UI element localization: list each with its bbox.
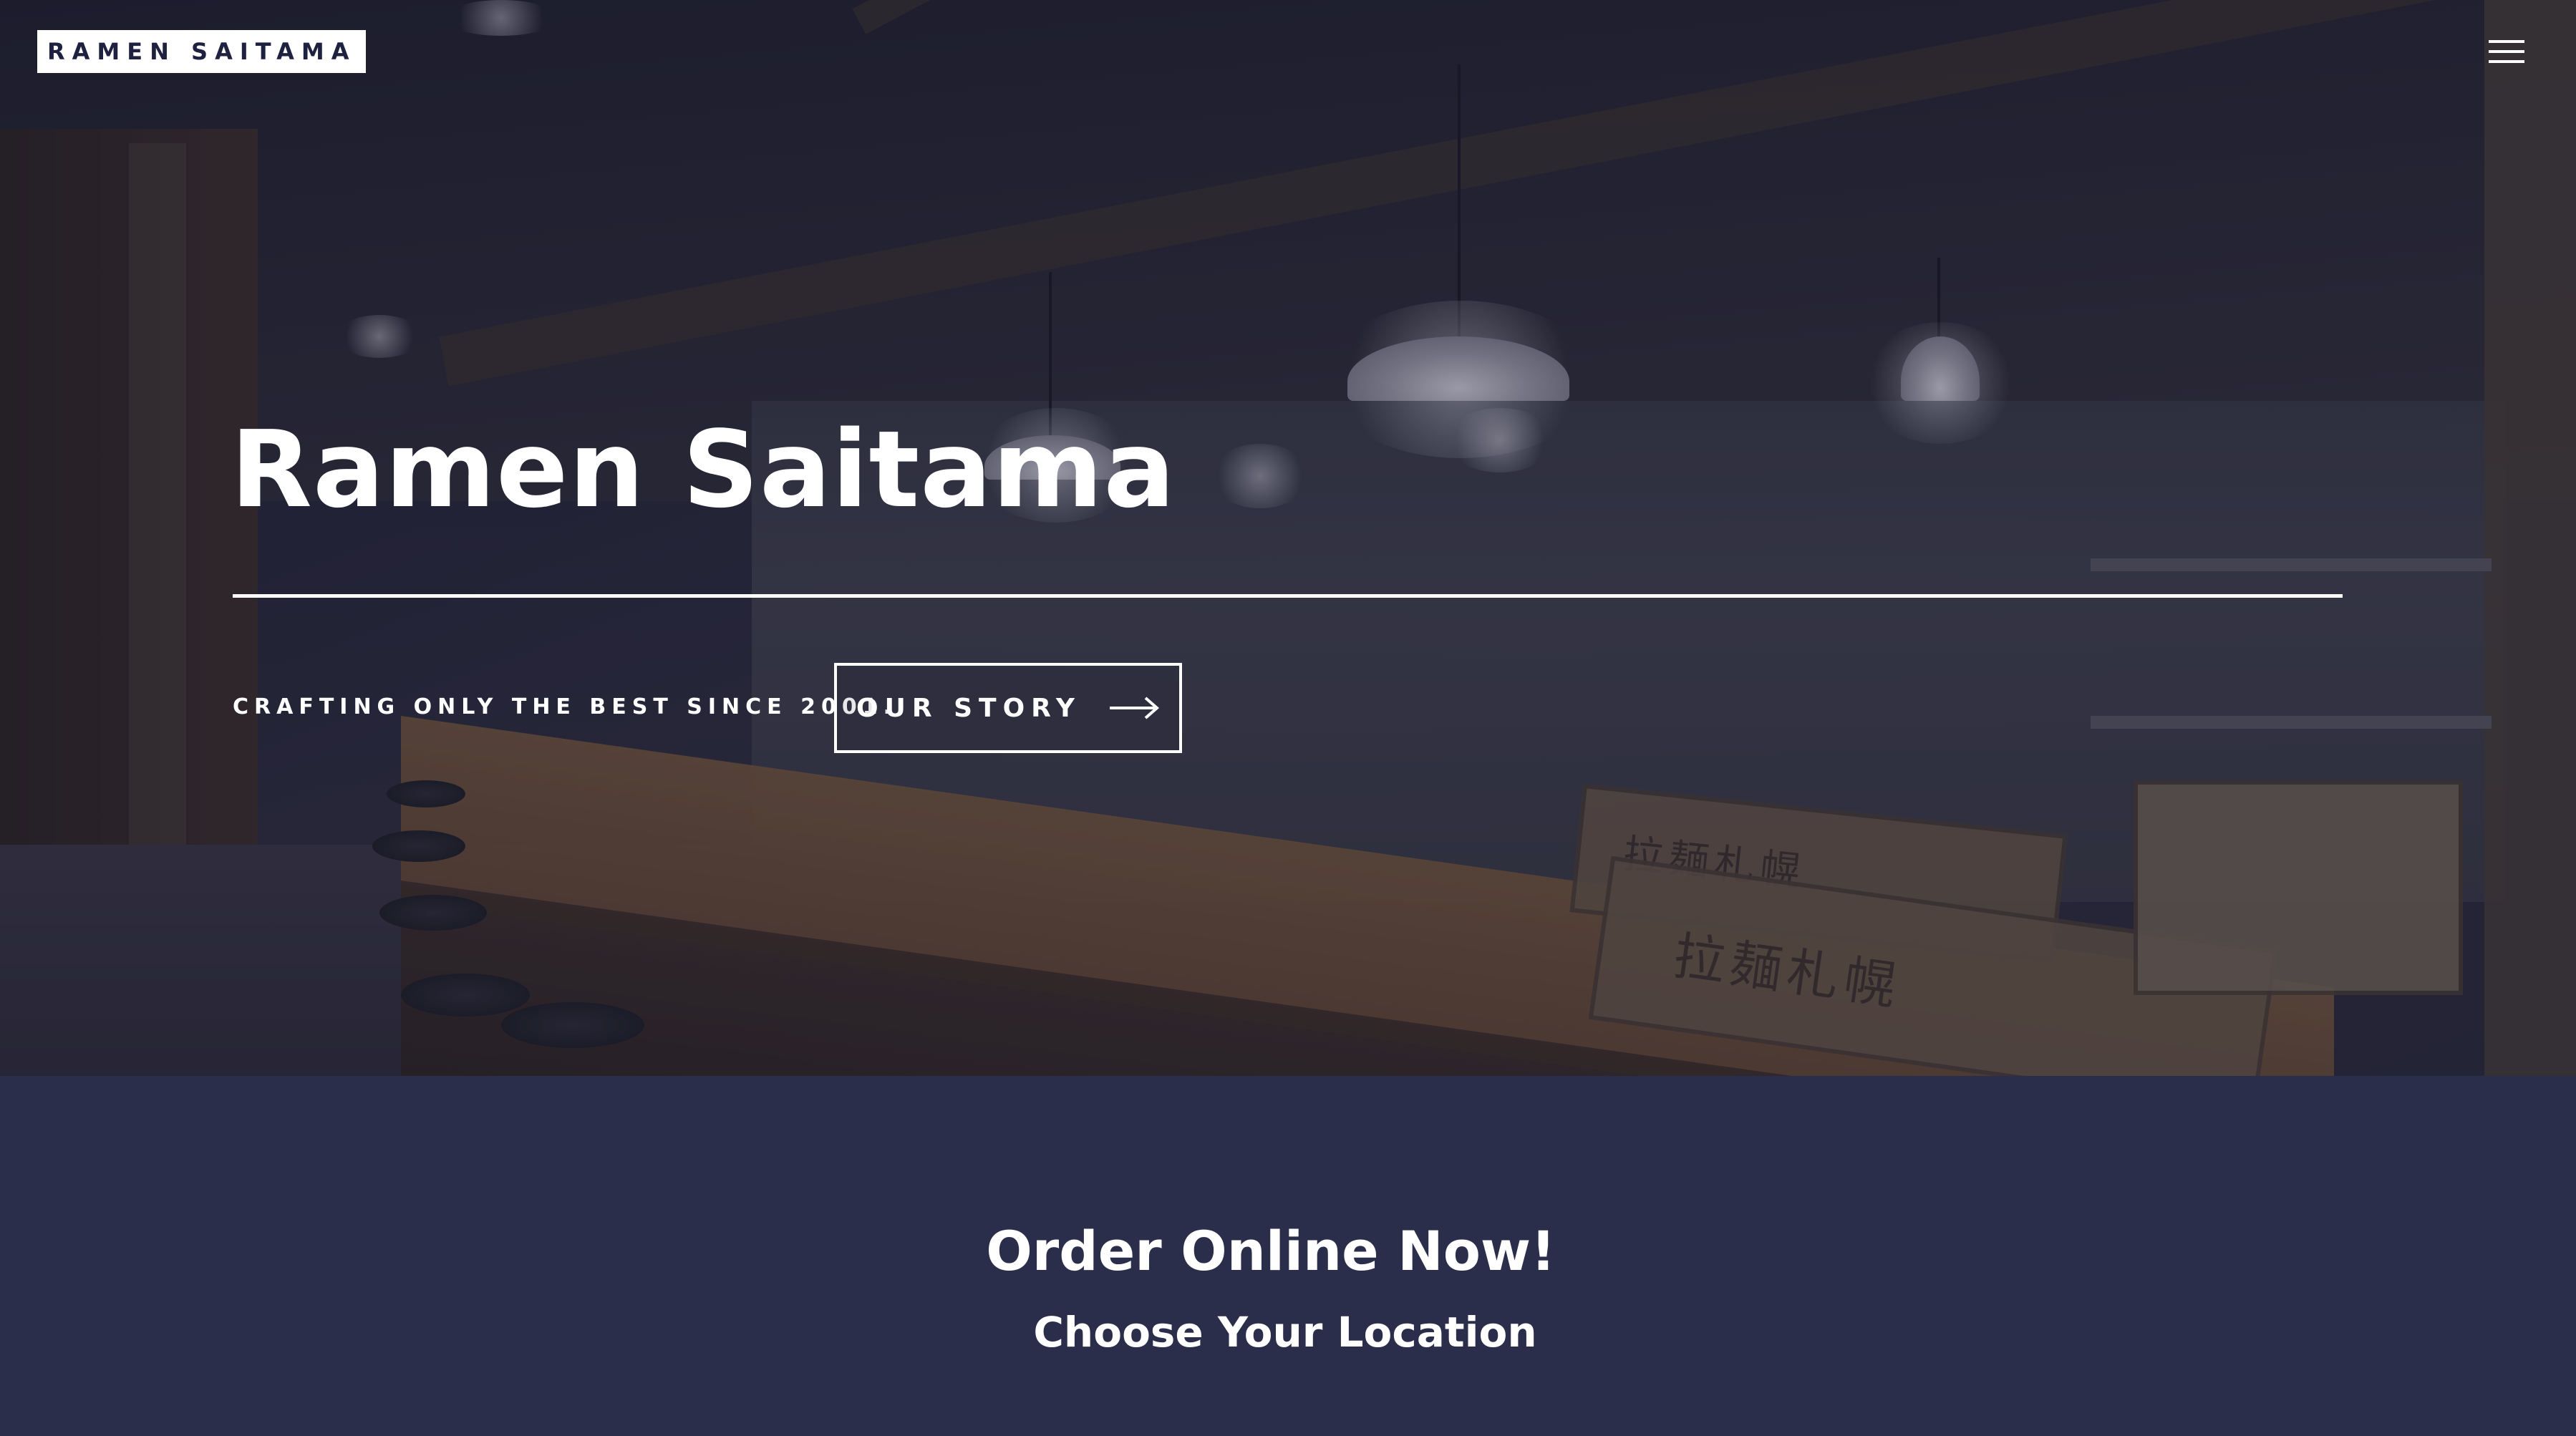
- hamburger-menu-icon[interactable]: [2489, 40, 2524, 63]
- hero-tagline: CRAFTING ONLY THE BEST SINCE 2001.: [233, 694, 897, 719]
- menu-line: [2489, 60, 2524, 63]
- hero-section: 拉麺札幌 拉麺札幌: [0, 0, 2576, 1076]
- choose-location-link[interactable]: Choose Your Location: [0, 1308, 2570, 1357]
- our-story-label: OUR STORY: [856, 693, 1081, 723]
- arrow-right-icon: [1110, 697, 1160, 719]
- our-story-button[interactable]: OUR STORY: [834, 663, 1182, 753]
- logo[interactable]: RAMEN SAITAMA: [37, 30, 367, 73]
- order-title: Order Online Now!: [986, 1219, 1556, 1283]
- menu-line: [2489, 40, 2524, 43]
- hero-overlay: [0, 0, 2576, 1076]
- order-section: Order Online Now! Choose Your Location: [0, 1076, 2576, 1436]
- logo-text: RAMEN SAITAMA: [47, 38, 357, 65]
- hero-divider: [233, 594, 2343, 598]
- hero-title: Ramen Saitama: [231, 408, 1176, 531]
- menu-line: [2489, 50, 2524, 53]
